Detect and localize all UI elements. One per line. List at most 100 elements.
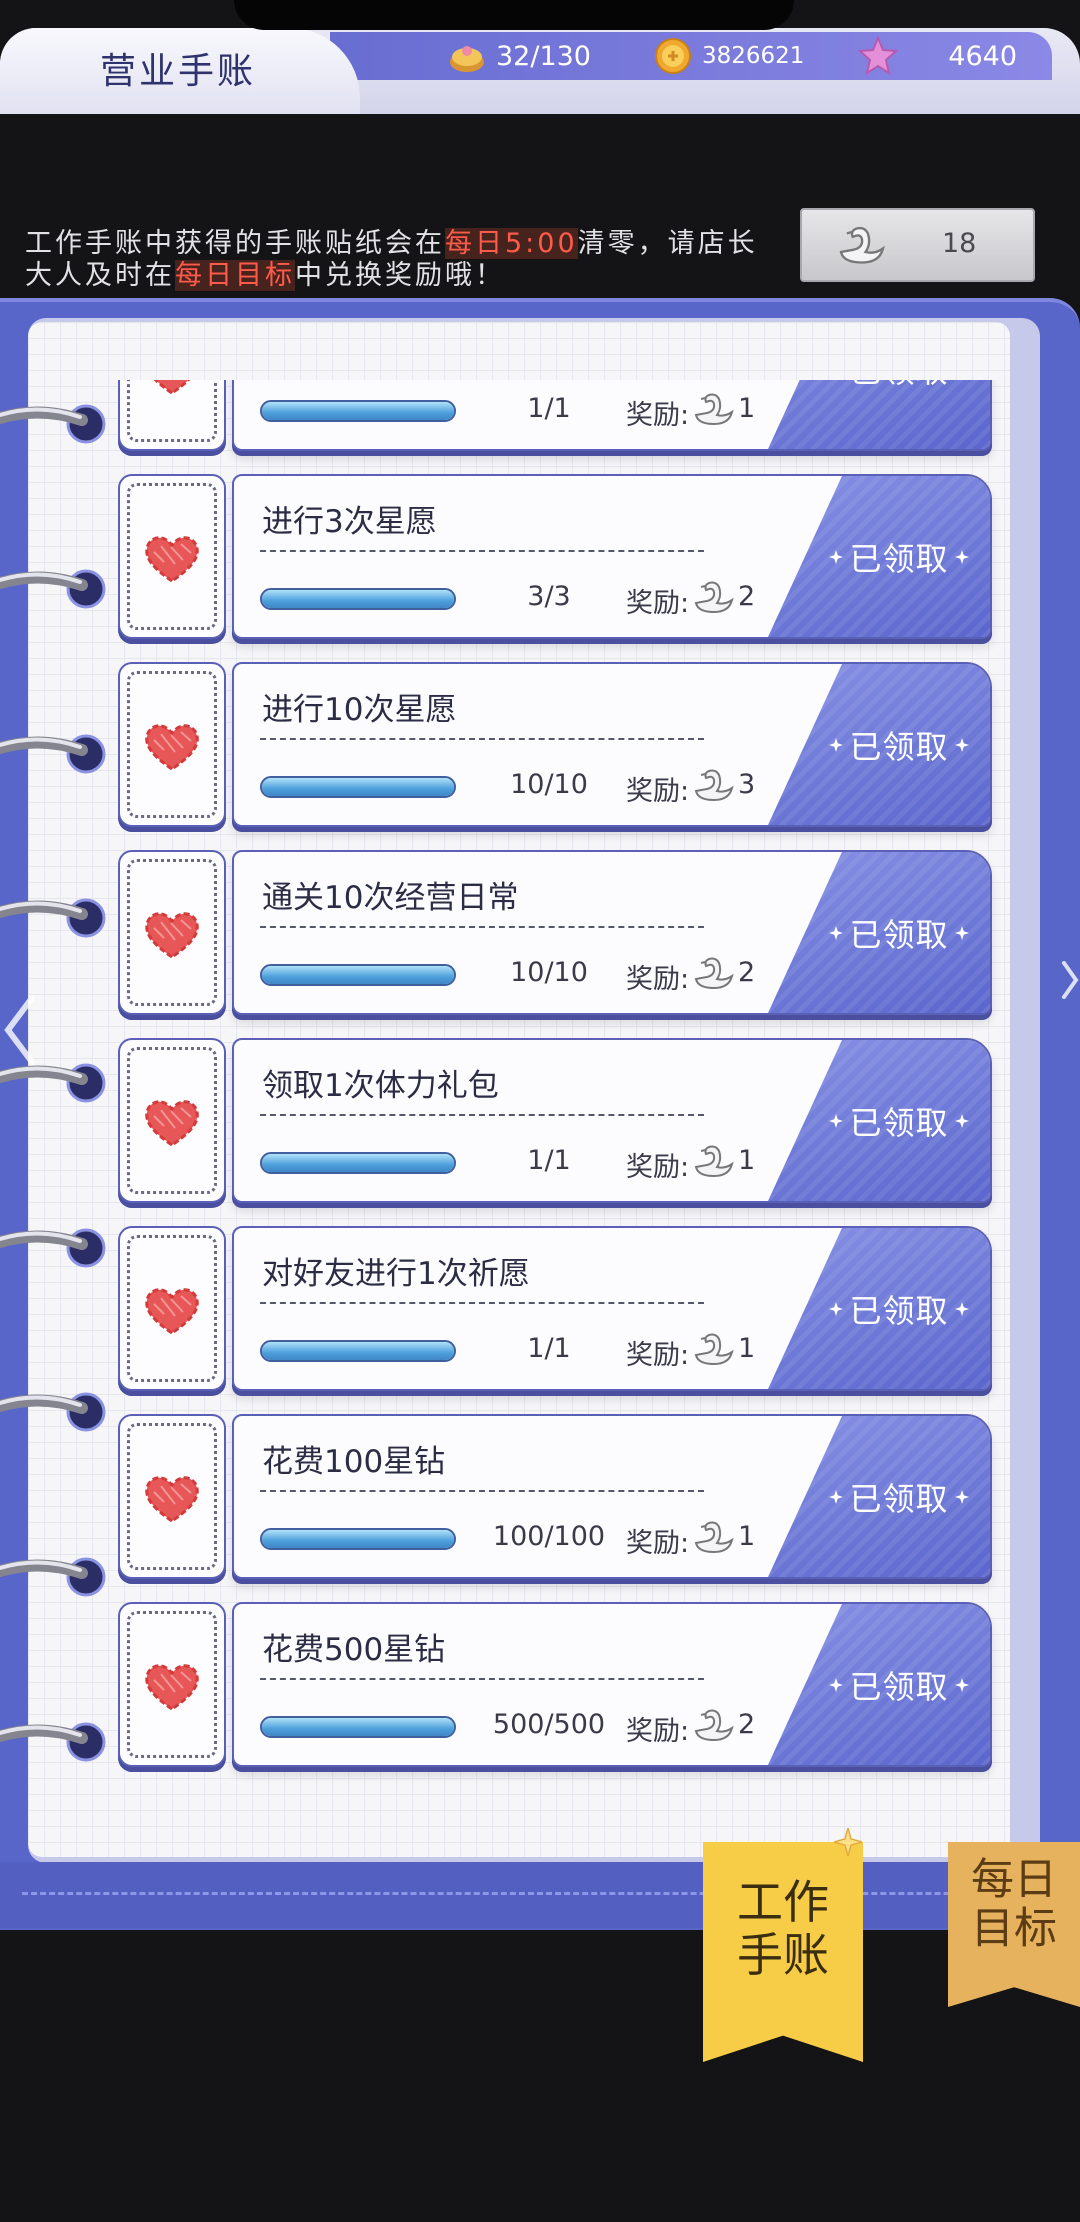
swan-icon: [692, 1519, 736, 1555]
resource-pastry[interactable]: 32/130: [446, 34, 591, 78]
task-title: 进行3次星愿: [262, 504, 437, 540]
progress-fill: [262, 1718, 454, 1736]
sticker-pocket: [118, 474, 226, 639]
claimed-button[interactable]: 已领取: [768, 1040, 990, 1201]
heart-sticker-icon: [142, 1472, 202, 1526]
binder-ring: [0, 1216, 112, 1276]
title-divider: [260, 926, 704, 928]
reward-label: 奖励:: [626, 964, 690, 995]
resource-coin[interactable]: 3826621: [652, 34, 804, 78]
prev-page-arrow[interactable]: [0, 990, 40, 1070]
claimed-button[interactable]: 已领取: [768, 1228, 990, 1389]
tab-label-line1: 工作: [737, 1875, 829, 1929]
progress-text: 100/100: [492, 1521, 606, 1552]
notice-text: 清零，请店长: [577, 228, 758, 259]
page-title: 营业手账: [100, 51, 257, 92]
sticker-pocket: [118, 1414, 226, 1579]
task-card: 领取1次体力礼包 1/1 奖励: 1 已领取: [232, 1038, 992, 1203]
sparkle-icon: [829, 1677, 844, 1692]
progress-text: 1/1: [527, 1333, 571, 1364]
sticker-count: 18: [942, 228, 977, 259]
tab-label-line1: 每日: [971, 1855, 1057, 1905]
swan-icon: [692, 1331, 736, 1367]
reward-label: 奖励:: [626, 776, 690, 807]
tab-daily-goals[interactable]: 每日 目标: [948, 1842, 1080, 2007]
camera-notch: [234, 0, 794, 30]
reward-count: 1: [738, 1333, 756, 1364]
claimed-label: 已领取: [849, 1103, 949, 1142]
sparkle-icon: [829, 1489, 844, 1504]
sticker-balance: 18: [800, 208, 1035, 282]
binder-ring: [0, 392, 112, 452]
claimed-button[interactable]: 已领取: [768, 476, 990, 637]
gem-icon: [857, 35, 899, 77]
resource-gem[interactable]: 4640: [857, 34, 1017, 78]
title-divider: [260, 1114, 704, 1116]
progress-bar: [260, 400, 456, 422]
task-item: 花费500星钻 500/500 奖励: 2 已领取: [100, 1602, 1040, 1767]
title-divider: [260, 738, 704, 740]
swan-icon: [692, 579, 736, 615]
reward-count: 1: [738, 1521, 756, 1552]
task-title: 领取1次体力礼包: [262, 1068, 499, 1104]
notice-highlight-time: 每日5:00: [445, 228, 578, 259]
claimed-button[interactable]: 已领取: [768, 664, 990, 825]
heart-sticker-icon: [142, 1284, 202, 1338]
reward-label: 奖励:: [626, 400, 690, 431]
binder-ring: [0, 1710, 112, 1770]
task-card: 对好友进行1次祈愿 1/1 奖励: 1 已领取: [232, 1226, 992, 1391]
progress-bar: [260, 1152, 456, 1174]
sparkle-icon: [829, 1301, 844, 1316]
sparkle-icon: [954, 549, 969, 564]
claimed-label: 已领取: [849, 915, 949, 954]
claimed-button[interactable]: 已领取: [768, 1416, 990, 1577]
claimed-button[interactable]: 已领取: [768, 380, 990, 449]
reward-label: 奖励:: [626, 1152, 690, 1183]
task-card: 花费500星钻 500/500 奖励: 2 已领取: [232, 1602, 992, 1767]
task-card: 1/1 奖励: 1 已领取: [232, 380, 992, 451]
sparkle-icon: [834, 1828, 862, 1856]
progress-fill: [262, 1342, 454, 1360]
reward-count: 3: [738, 769, 756, 800]
progress-text: 10/10: [510, 957, 588, 988]
sparkle-icon: [829, 925, 844, 940]
task-item: 通关10次经营日常 10/10 奖励: 2 已领取: [100, 850, 1040, 1015]
sparkle-icon: [954, 925, 969, 940]
next-page-arrow[interactable]: [1060, 955, 1080, 1005]
claimed-button[interactable]: 已领取: [768, 852, 990, 1013]
progress-fill: [262, 402, 454, 420]
sparkle-icon: [954, 737, 969, 752]
heart-sticker-icon: [142, 380, 202, 398]
task-title: 进行10次星愿: [262, 692, 457, 728]
sparkle-icon: [829, 737, 844, 752]
notice-text: 工作手账中获得的手账贴纸会在: [25, 228, 445, 259]
sparkle-icon: [829, 549, 844, 564]
binder-ring: [0, 886, 112, 946]
coin-icon: [652, 35, 694, 77]
task-list[interactable]: 1/1 奖励: 1 已领取 进行3次星愿 3/3: [100, 380, 1040, 1855]
heart-sticker-icon: [142, 908, 202, 962]
tab-work-journal[interactable]: 工作 手账: [703, 1842, 863, 2062]
notice-highlight-link: 每日目标: [175, 260, 295, 291]
progress-text: 10/10: [510, 769, 588, 800]
reward-count: 1: [738, 393, 756, 424]
task-title: 通关10次经营日常: [262, 880, 519, 916]
claimed-button[interactable]: 已领取: [768, 1604, 990, 1765]
claimed-label: 已领取: [849, 727, 949, 766]
sticker-pocket: [118, 662, 226, 827]
task-item: 进行3次星愿 3/3 奖励: 2 已领取: [100, 474, 1040, 639]
task-card: 通关10次经营日常 10/10 奖励: 2 已领取: [232, 850, 992, 1015]
reward-label: 奖励:: [626, 1340, 690, 1371]
reward-count: 2: [738, 1709, 756, 1740]
task-item: 1/1 奖励: 1 已领取: [100, 380, 1040, 451]
task-title: 花费100星钻: [262, 1444, 446, 1480]
progress-bar: [260, 588, 456, 610]
reset-notice: 工作手账中获得的手账贴纸会在每日5:00清零，请店长 大人及时在每日目标中兑换奖…: [25, 228, 758, 292]
task-title: 对好友进行1次祈愿: [262, 1256, 530, 1292]
swan-icon: [692, 1143, 736, 1179]
task-list-content: 1/1 奖励: 1 已领取 进行3次星愿 3/3: [100, 380, 1040, 1767]
claimed-label: 已领取: [849, 1667, 949, 1706]
claimed-label: 已领取: [849, 380, 948, 392]
reward-label: 奖励:: [626, 588, 690, 619]
task-card: 进行10次星愿 10/10 奖励: 3 已领取: [232, 662, 992, 827]
